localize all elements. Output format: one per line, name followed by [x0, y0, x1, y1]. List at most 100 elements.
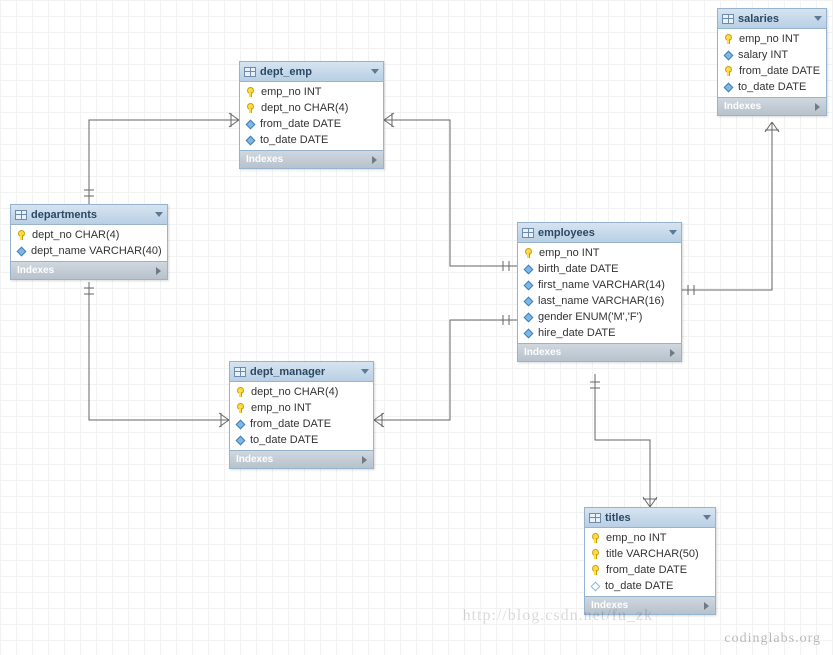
column-row[interactable]: gender ENUM('M','F') [518, 309, 681, 325]
key-icon [591, 533, 601, 543]
column-label: to_date DATE [250, 434, 318, 446]
indexes-label: Indexes [236, 454, 273, 465]
column-row[interactable]: from_date DATE [230, 416, 373, 432]
entity-title: dept_emp [260, 66, 367, 78]
table-icon [244, 67, 256, 77]
column-label: emp_no INT [606, 532, 667, 544]
entity-header[interactable]: departments [11, 205, 167, 225]
diamond-icon [524, 328, 534, 338]
entity-header[interactable]: titles [585, 508, 715, 528]
column-label: dept_no CHAR(4) [251, 386, 338, 398]
collapse-icon[interactable] [669, 230, 677, 235]
expand-icon[interactable] [362, 456, 367, 464]
indexes-section[interactable]: Indexes [718, 97, 826, 115]
column-label: first_name VARCHAR(14) [538, 279, 665, 291]
column-list: emp_no INT dept_no CHAR(4) from_date DATE t… [240, 82, 383, 150]
watermark-codinglabs: codinglabs.org [724, 631, 821, 647]
table-icon [234, 367, 246, 377]
diamond-icon [724, 82, 734, 92]
key-icon [524, 248, 534, 258]
entity-departments[interactable]: departments dept_no CHAR(4) dept_name VAR… [10, 204, 168, 280]
column-row[interactable]: birth_date DATE [518, 261, 681, 277]
entity-header[interactable]: dept_emp [240, 62, 383, 82]
column-row[interactable]: emp_no INT [518, 245, 681, 261]
column-row[interactable]: emp_no INT [585, 530, 715, 546]
column-row[interactable]: title VARCHAR(50) [585, 546, 715, 562]
entity-dept-emp[interactable]: dept_emp emp_no INT dept_no CHAR(4) from_d… [239, 61, 384, 169]
diamond-icon [246, 135, 256, 145]
column-row[interactable]: to_date DATE [585, 578, 715, 594]
column-list: dept_no CHAR(4) emp_no INT from_date DATE t… [230, 382, 373, 450]
diamond-icon [524, 312, 534, 322]
column-row[interactable]: dept_name VARCHAR(40) [11, 243, 167, 259]
diamond-icon [17, 246, 27, 256]
column-label: dept_no CHAR(4) [261, 102, 348, 114]
column-list: dept_no CHAR(4) dept_name VARCHAR(40) [11, 225, 167, 261]
indexes-label: Indexes [17, 265, 54, 276]
watermark-csdn: http://blog.csdn.net/fu_zk [463, 607, 653, 625]
diamond-icon [724, 50, 734, 60]
entity-title: titles [605, 512, 699, 524]
indexes-section[interactable]: Indexes [230, 450, 373, 468]
collapse-icon[interactable] [814, 16, 822, 21]
key-icon [591, 565, 601, 575]
entity-dept-manager[interactable]: dept_manager dept_no CHAR(4) emp_no INT fr… [229, 361, 374, 469]
entity-header[interactable]: dept_manager [230, 362, 373, 382]
column-list: emp_no INT salary INT from_date DATE to_dat… [718, 29, 826, 97]
column-row[interactable]: dept_no CHAR(4) [240, 100, 383, 116]
column-label: emp_no INT [539, 247, 600, 259]
indexes-section[interactable]: Indexes [11, 261, 167, 279]
key-icon [724, 66, 734, 76]
column-list: emp_no INT birth_date DATE first_name VARC… [518, 243, 681, 343]
column-row[interactable]: emp_no INT [240, 84, 383, 100]
collapse-icon[interactable] [155, 212, 163, 217]
column-row[interactable]: to_date DATE [718, 79, 826, 95]
column-label: from_date DATE [260, 118, 341, 130]
column-row[interactable]: from_date DATE [718, 63, 826, 79]
entity-salaries[interactable]: salaries emp_no INT salary INT from_date D… [717, 8, 827, 116]
expand-icon[interactable] [372, 156, 377, 164]
entity-header[interactable]: employees [518, 223, 681, 243]
collapse-icon[interactable] [703, 515, 711, 520]
column-row[interactable]: to_date DATE [230, 432, 373, 448]
column-row[interactable]: from_date DATE [585, 562, 715, 578]
column-label: birth_date DATE [538, 263, 619, 275]
column-row[interactable]: hire_date DATE [518, 325, 681, 341]
table-icon [722, 14, 734, 24]
column-label: from_date DATE [250, 418, 331, 430]
entity-employees[interactable]: employees emp_no INT birth_date DATE first… [517, 222, 682, 362]
diamond-icon [236, 419, 246, 429]
column-label: from_date DATE [606, 564, 687, 576]
column-row[interactable]: dept_no CHAR(4) [230, 384, 373, 400]
entity-titles[interactable]: titles emp_no INT title VARCHAR(50) from_d… [584, 507, 716, 615]
key-icon [236, 387, 246, 397]
column-row[interactable]: to_date DATE [240, 132, 383, 148]
column-label: salary INT [738, 49, 788, 61]
expand-icon[interactable] [704, 602, 709, 610]
column-row[interactable]: from_date DATE [240, 116, 383, 132]
column-label: to_date DATE [738, 81, 806, 93]
column-row[interactable]: emp_no INT [230, 400, 373, 416]
entity-header[interactable]: salaries [718, 9, 826, 29]
expand-icon[interactable] [156, 267, 161, 275]
column-row[interactable]: emp_no INT [718, 31, 826, 47]
column-row[interactable]: last_name VARCHAR(16) [518, 293, 681, 309]
key-icon [246, 103, 256, 113]
entity-title: dept_manager [250, 366, 357, 378]
expand-icon[interactable] [670, 349, 675, 357]
key-icon [17, 230, 27, 240]
er-canvas[interactable]: departments dept_no CHAR(4) dept_name VAR… [0, 0, 833, 655]
column-label: title VARCHAR(50) [606, 548, 699, 560]
column-row[interactable]: first_name VARCHAR(14) [518, 277, 681, 293]
indexes-section[interactable]: Indexes [518, 343, 681, 361]
column-row[interactable]: salary INT [718, 47, 826, 63]
collapse-icon[interactable] [361, 369, 369, 374]
column-label: dept_no CHAR(4) [32, 229, 119, 241]
column-row[interactable]: dept_no CHAR(4) [11, 227, 167, 243]
collapse-icon[interactable] [371, 69, 379, 74]
expand-icon[interactable] [815, 103, 820, 111]
column-label: emp_no INT [261, 86, 322, 98]
entity-title: employees [538, 227, 665, 239]
indexes-section[interactable]: Indexes [240, 150, 383, 168]
column-list: emp_no INT title VARCHAR(50) from_date DAT… [585, 528, 715, 596]
